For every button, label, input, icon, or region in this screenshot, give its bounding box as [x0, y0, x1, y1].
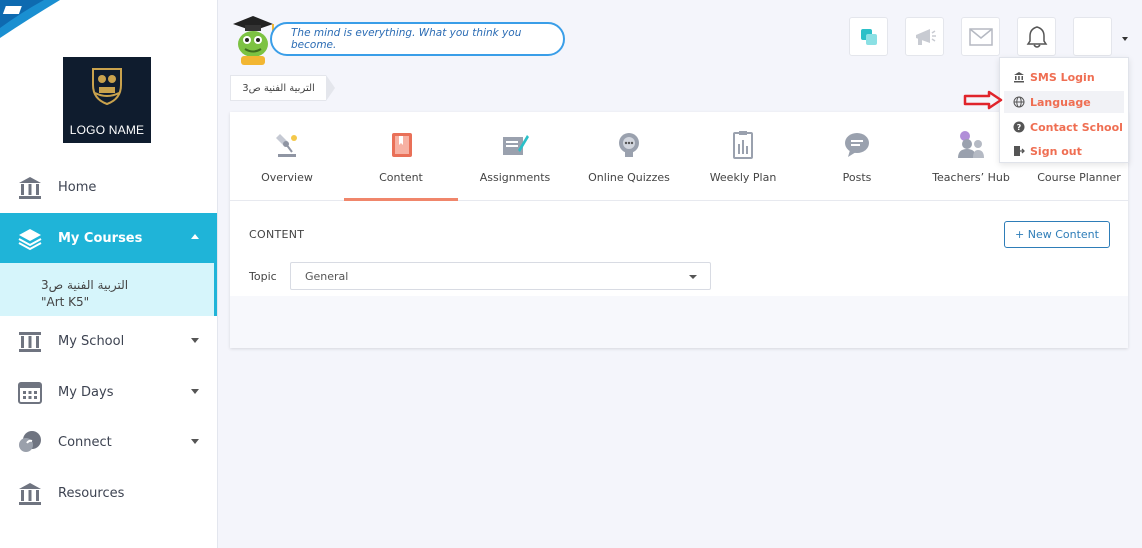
sidebar-item-label: My Days	[58, 384, 114, 400]
quiz-icon	[619, 133, 639, 157]
menu-item-label: SMS Login	[1030, 70, 1095, 84]
chevron-down-icon	[191, 439, 199, 444]
tab-label: Posts	[842, 171, 872, 184]
assignment-icon	[503, 135, 529, 155]
book-icon	[392, 133, 412, 157]
menu-item-sign-out[interactable]: Sign out	[1000, 140, 1128, 162]
course-tabs: Overview Content Assignments Online Quiz…	[230, 112, 1128, 201]
menu-item-label: Sign out	[1030, 144, 1082, 158]
tab-label: Course Planner	[1037, 171, 1121, 184]
sidebar-item-label: My Courses	[58, 230, 143, 246]
sidebar-subitem-course[interactable]: التربية الفنية ص3 "Art K5"	[0, 263, 217, 316]
breadcrumb-course: التربية الفنية ص3	[242, 82, 315, 94]
sidebar-item-resources[interactable]: Resources	[0, 468, 217, 518]
new-content-button[interactable]: + New Content	[1004, 221, 1110, 248]
people-icon	[958, 131, 984, 158]
topic-value: General	[305, 269, 349, 283]
user-avatar-button[interactable]	[1073, 17, 1112, 56]
messages-button[interactable]	[961, 17, 1000, 56]
chevron-up-icon	[191, 234, 199, 239]
translate-button[interactable]	[849, 17, 888, 56]
calendar-icon	[15, 378, 45, 406]
globe-icon	[1012, 96, 1025, 109]
sidebar-item-label: Home	[58, 179, 97, 195]
sidebar-item-my-courses[interactable]: My Courses	[0, 213, 217, 263]
sidebar-item-connect[interactable]: Connect	[0, 417, 217, 467]
chevron-down-icon	[689, 275, 697, 279]
chevron-down-icon[interactable]	[1122, 37, 1128, 41]
topic-select[interactable]: General	[290, 262, 711, 290]
card-footer	[230, 296, 1128, 348]
user-dropdown-menu: SMS Login Language ? Contact School Sign…	[999, 57, 1129, 163]
tab-posts[interactable]: Posts	[800, 112, 914, 201]
lamp-icon	[276, 134, 297, 157]
svg-text:?: ?	[1016, 123, 1021, 132]
tab-assignments[interactable]: Assignments	[458, 112, 572, 201]
menu-item-sms-login[interactable]: SMS Login	[1000, 66, 1128, 88]
crest-icon	[92, 68, 122, 105]
tab-weekly-plan[interactable]: Weekly Plan	[686, 112, 800, 201]
menu-item-contact-school[interactable]: ? Contact School	[1000, 116, 1128, 138]
speech-bubble-icon	[845, 133, 869, 157]
notifications-button[interactable]	[1017, 17, 1056, 56]
tab-label: Overview	[261, 171, 313, 184]
chevron-down-icon	[191, 338, 199, 343]
building-icon	[15, 173, 45, 201]
menu-item-language[interactable]: Language	[1004, 91, 1124, 113]
section-title: CONTENT	[249, 228, 305, 241]
sidebar-item-label: My School	[58, 333, 125, 349]
sidebar-item-label: Resources	[58, 485, 125, 501]
bank-icon	[1012, 71, 1025, 84]
tab-label: Content	[379, 171, 423, 184]
tab-overview[interactable]: Overview	[230, 112, 344, 201]
plan-icon	[733, 131, 753, 159]
corner-logo-icon	[0, 0, 60, 38]
tab-content[interactable]: Content	[344, 112, 458, 201]
chat-icon	[15, 428, 45, 456]
announcements-button[interactable]	[905, 17, 944, 56]
library-icon	[15, 479, 45, 507]
tab-label: Online Quizzes	[588, 171, 670, 184]
sidebar-item-my-school[interactable]: My School	[0, 316, 217, 366]
sidebar: LOGO NAME Home My Courses التربية الفنية…	[0, 0, 218, 548]
course-name: التربية الفنية ص3	[41, 278, 129, 292]
course-code: "Art K5"	[41, 295, 90, 309]
layers-icon	[15, 224, 45, 252]
tab-online-quizzes[interactable]: Online Quizzes	[572, 112, 686, 201]
motivational-quote: The mind is everything. What you think y…	[270, 22, 565, 56]
school-logo: LOGO NAME	[63, 57, 151, 143]
school-icon	[15, 327, 45, 355]
tab-label: Assignments	[479, 171, 551, 184]
megaphone-icon	[915, 28, 936, 45]
mail-icon	[968, 27, 993, 46]
logo-text: LOGO NAME	[69, 123, 145, 137]
bell-icon	[1026, 25, 1047, 48]
chevron-down-icon	[191, 389, 199, 394]
tab-label: Teachers’ Hub	[932, 171, 1010, 184]
sidebar-item-label: Connect	[58, 434, 112, 450]
red-arrow-icon	[963, 90, 1003, 110]
translate-icon	[860, 28, 877, 45]
sidebar-item-my-days[interactable]: My Days	[0, 367, 217, 417]
course-card: Overview Content Assignments Online Quiz…	[230, 112, 1128, 348]
breadcrumb[interactable]: التربية الفنية ص3	[230, 75, 335, 101]
topic-label: Topic	[249, 270, 277, 283]
signout-icon	[1012, 145, 1025, 158]
help-icon: ?	[1012, 121, 1025, 134]
menu-item-label: Contact School	[1030, 120, 1123, 134]
menu-item-label: Language	[1030, 95, 1091, 109]
sidebar-item-home[interactable]: Home	[0, 162, 217, 212]
tab-label: Weekly Plan	[709, 171, 777, 184]
